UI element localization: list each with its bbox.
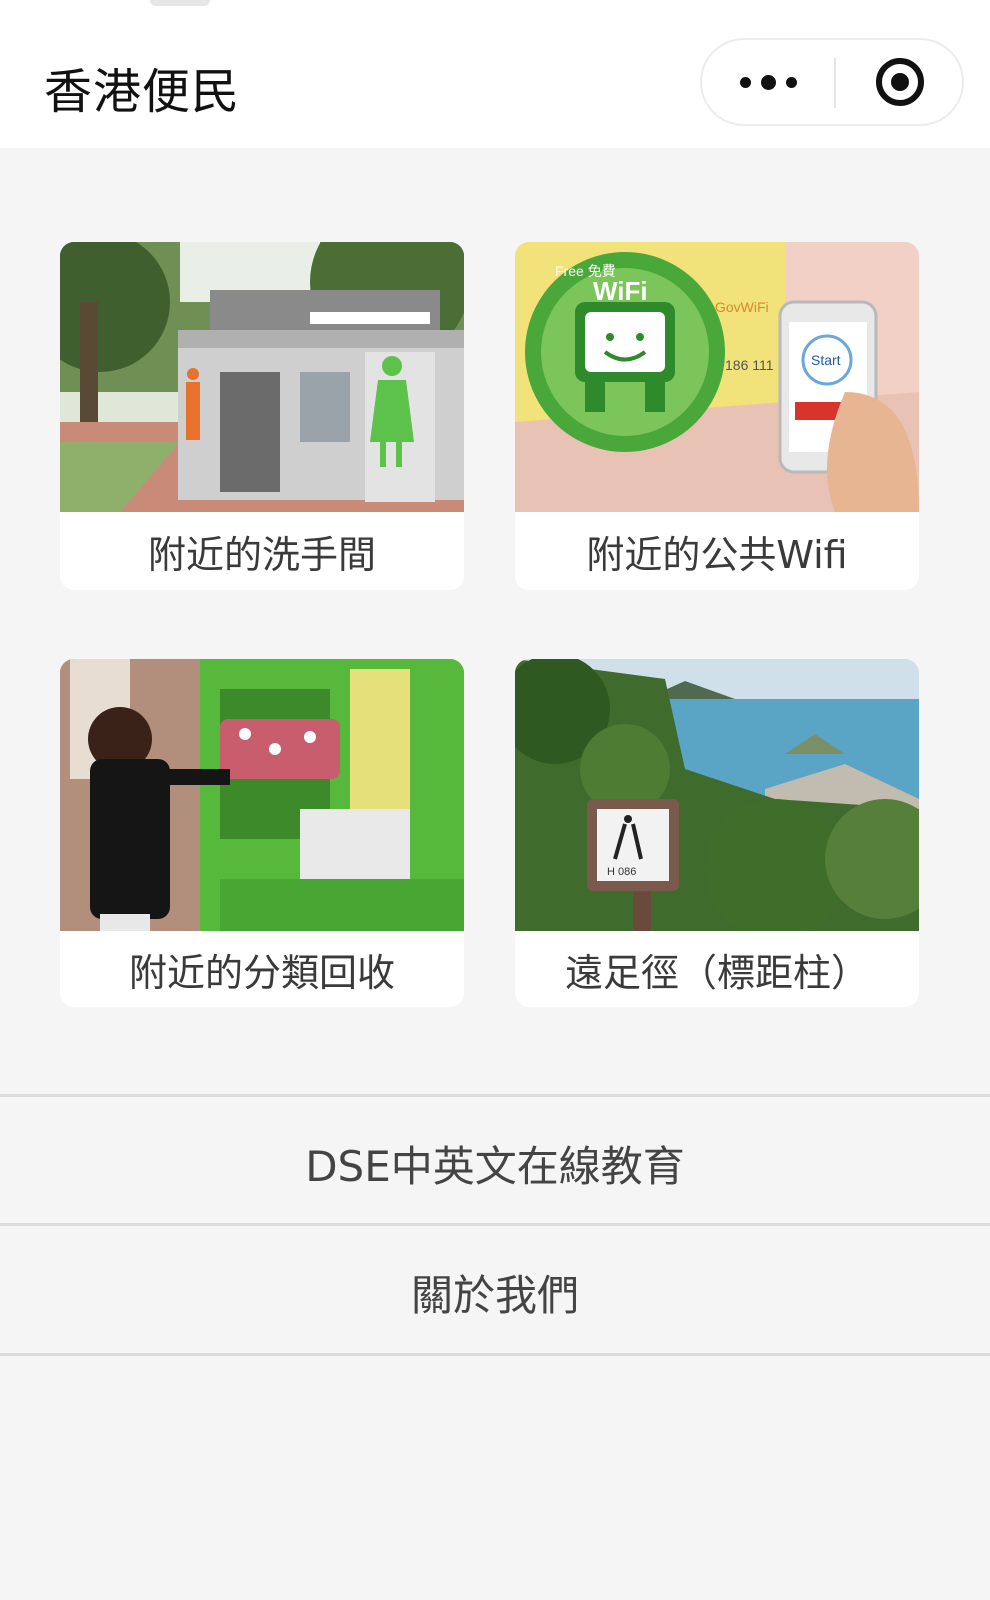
hiking-trail-photo: H 086	[515, 659, 919, 931]
navigation-bar: 香港便民	[0, 0, 990, 148]
wifi-photo: WiFi Free 免費 GovWiFi 186 111 Start	[515, 242, 919, 512]
card-label: 附近的分類回收	[128, 950, 395, 995]
status-bar-remnant	[150, 0, 210, 6]
recycling-photo	[60, 659, 464, 931]
card-nearby-toilets[interactable]: 附近的洗手間	[60, 242, 464, 590]
more-dots-icon	[735, 74, 802, 90]
svg-text:WiFi: WiFi	[593, 276, 648, 306]
svg-text:186 111: 186 111	[725, 357, 774, 373]
card-label: 附近的公共Wifi	[586, 532, 848, 577]
page-title: 香港便民	[44, 64, 241, 120]
svg-text:Free 免費: Free 免費	[555, 263, 616, 279]
svg-text:GovWiFi: GovWiFi	[715, 299, 769, 315]
more-button[interactable]	[702, 40, 834, 124]
card-hiking-trail-markers[interactable]: H 086 遠足徑（標距柱）	[515, 659, 919, 1007]
menu-item-about-us[interactable]: 關於我們	[0, 1226, 990, 1358]
menu-item-dse-education[interactable]: DSE中英文在線教育	[0, 1097, 990, 1229]
card-label: 附近的洗手間	[147, 532, 376, 577]
close-button[interactable]	[836, 40, 964, 124]
target-circle-icon	[876, 58, 924, 106]
divider	[0, 1353, 990, 1356]
card-label: 遠足徑（標距柱）	[564, 950, 869, 995]
card-nearby-recycling[interactable]: 附近的分類回收	[60, 659, 464, 1007]
svg-text:Start: Start	[811, 352, 841, 368]
svg-text:H 086: H 086	[607, 866, 636, 878]
mini-program-capsule	[700, 38, 964, 126]
card-nearby-wifi[interactable]: WiFi Free 免費 GovWiFi 186 111 Start 附近的公共…	[515, 242, 919, 590]
toilet-photo	[60, 242, 464, 512]
